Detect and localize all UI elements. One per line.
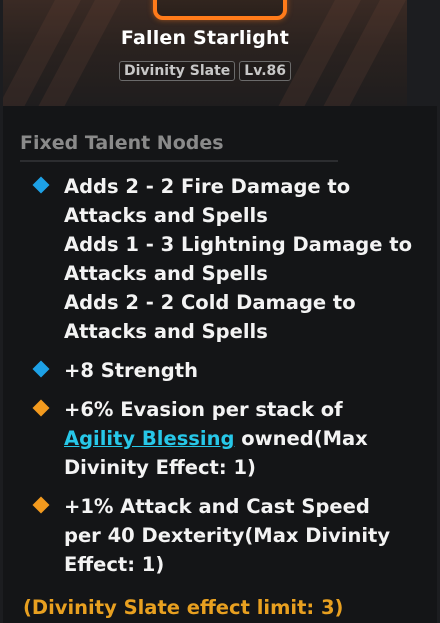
divinity-limit-note: (Divinity Slate effect limit: 3) [23, 596, 344, 619]
item-level-tag: Lv.86 [239, 61, 292, 81]
item-icon [153, 0, 287, 20]
node-line: Adds 1 - 3 Lightning Damage to [64, 233, 412, 256]
node-line: Effect: 1) [64, 553, 165, 576]
talent-node-speed: +1% Attack and Cast Speed per 40 Dexteri… [3, 492, 437, 579]
node-line: +6% Evasion per stack of [64, 398, 343, 421]
node-line: Divinity Effect: 1) [64, 456, 256, 479]
talent-node-evasion: +6% Evasion per stack of Agility Blessin… [3, 395, 437, 482]
node-line: +8 Strength [64, 359, 198, 382]
blue-diamond-icon [32, 176, 50, 194]
node-line: Attacks and Spells [64, 204, 268, 227]
orange-diamond-icon [32, 496, 50, 514]
header-edge [407, 0, 437, 106]
section-divider [20, 160, 338, 162]
item-name: Fallen Starlight [120, 27, 290, 49]
talent-node-elemental: Adds 2 - 2 Fire Damage to Attacks and Sp… [3, 172, 437, 346]
node-line: Agility Blessing owned(Max [64, 424, 425, 453]
node-line: +1% Attack and Cast Speed [64, 495, 370, 518]
section-title: Fixed Talent Nodes [20, 132, 224, 154]
talent-node-strength: +8 Strength [3, 356, 437, 385]
orange-diamond-icon [32, 399, 50, 417]
node-line: Attacks and Spells [64, 320, 268, 343]
node-line: per 40 Dexterity(Max Divinity [64, 524, 391, 547]
blue-diamond-icon [32, 360, 50, 378]
node-line: Adds 2 - 2 Cold Damage to [64, 291, 356, 314]
item-header: Fallen Starlight Divinity Slate Lv.86 [3, 0, 407, 106]
node-line: Adds 2 - 2 Fire Damage to [64, 175, 351, 198]
tooltip-body: Fixed Talent Nodes Adds 2 - 2 Fire Damag… [3, 106, 437, 623]
node-line: Attacks and Spells [64, 262, 268, 285]
talent-node-list: Adds 2 - 2 Fire Damage to Attacks and Sp… [3, 172, 437, 589]
agility-blessing-link[interactable]: Agility Blessing [64, 427, 234, 450]
item-type-tag: Divinity Slate [118, 61, 236, 81]
node-line-suffix: owned(Max [234, 427, 368, 450]
